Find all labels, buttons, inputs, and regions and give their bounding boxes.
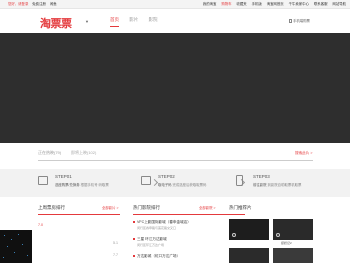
section-title: 热门推荐片 (229, 205, 252, 210)
service-link[interactable]: 联系客服 (314, 2, 328, 6)
list-item[interactable]: 7.7 (38, 253, 118, 257)
ticket-icon (38, 176, 48, 185)
phone-icon (236, 175, 243, 186)
purchase-steps: STEP01 选座购票/兑换券 根据手机号 码取票 STEP02 取电子码 完成… (0, 169, 350, 197)
page: 您好，请登录 免费注册 闲鱼 我的淘宝 购物车 收藏夹 手机版 淘宝网首页 千牛… (0, 0, 350, 263)
movie-thumbnail[interactable] (229, 248, 269, 263)
cart-link[interactable]: 购物车 (221, 2, 231, 6)
step-3: STEP03 前往影院 到影院自助取票机取票 (236, 173, 316, 193)
more-link[interactable]: 全部影片 > (102, 205, 118, 210)
play-icon (276, 233, 280, 237)
list-item[interactable] (38, 231, 118, 235)
mobile-app-button[interactable]: 手机端购票 (289, 18, 310, 24)
top-utility-bar: 您好，请登录 免费注册 闲鱼 我的淘宝 购物车 收藏夹 手机版 淘宝网首页 千牛… (0, 0, 350, 9)
step-title: STEP01 (55, 174, 72, 179)
movie-thumbnail[interactable] (229, 219, 269, 240)
list-item[interactable]: 万达影城（虹口万达广场） (133, 254, 243, 259)
step-desc: 前往影院 到影院自助取票机取票 (253, 183, 302, 187)
register-link[interactable]: 免费注册 (32, 2, 46, 6)
section-divider (38, 214, 120, 215)
step-title: STEP02 (158, 174, 175, 179)
phone-icon (289, 19, 292, 24)
play-icon (232, 233, 236, 237)
logo[interactable]: 淘票票 (40, 15, 72, 31)
step-desc: 取电子码 完成选座后获取取票码 (158, 183, 207, 187)
movie-thumbnail[interactable]: 捉妖记2 (273, 219, 313, 245)
xianyu-link[interactable]: 闲鱼 (50, 2, 57, 6)
movie-caption: 捉妖记2 (281, 241, 292, 245)
step-1: STEP01 选座购票/兑换券 根据手机号 码取票 (38, 173, 159, 193)
decorative-overlay (0, 230, 32, 263)
seller-center-link[interactable]: 千牛卖家中心 (289, 2, 309, 6)
my-taobao-link[interactable]: 我的淘宝 (203, 2, 217, 6)
site-header: 淘票票 ▼ 首页 影片 影院 手机端购票 (0, 9, 350, 33)
hero-banner[interactable] (0, 33, 350, 143)
list-item[interactable]: 三星 环江万达影城 闵行区环江万达广场 (133, 237, 243, 247)
tab-movies[interactable]: 影片 (129, 17, 138, 26)
search-input[interactable]: 即将上映(102) (71, 150, 271, 156)
bullet-icon (133, 238, 135, 241)
step-2: STEP02 取电子码 完成选座后获取取票码 (141, 173, 246, 193)
hot-movies-panel: 热门推荐片 捉妖记2 (229, 205, 319, 263)
favorites-link[interactable]: 收藏夹 (236, 2, 246, 6)
mobile-link[interactable]: 手机版 (252, 2, 262, 6)
list-item[interactable]: 5.1 (38, 241, 118, 245)
movie-thumbnail[interactable] (273, 248, 313, 263)
box-office-panel: 上周票房排行 全部影片 > 7.0 5.1 7.7 (38, 205, 120, 263)
site-nav-link[interactable]: 网站导航 (332, 2, 346, 6)
tab-cinemas[interactable]: 影院 (149, 17, 158, 26)
step-desc: 选座购票/兑换券 根据手机号 码取票 (55, 183, 109, 187)
login-link[interactable]: 您好，请登录 (8, 2, 28, 6)
list-item[interactable]: 7.0 (38, 223, 118, 227)
main-nav: 首页 影片 影院 (110, 17, 167, 27)
code-icon (141, 176, 151, 185)
search-row: 正在热映(79) 即将上映(102) 搜索此片 > (0, 143, 350, 165)
taobao-home-link[interactable]: 淘宝网首页 (267, 2, 284, 6)
bullet-icon (133, 255, 135, 258)
bullet-icon (133, 221, 135, 224)
tab-home[interactable]: 首页 (110, 17, 119, 27)
chevron-down-icon[interactable]: ▼ (85, 19, 89, 24)
step-title: STEP03 (253, 174, 270, 179)
list-item[interactable]: VFC上影国际影城（春申金城店） 闵行区春申路与莲花路交叉口 购票 (133, 220, 243, 230)
app-label: 手机端购票 (293, 19, 310, 23)
movie-select[interactable]: 正在热映(79) (38, 150, 61, 156)
more-link[interactable]: 全部影院 > (199, 205, 215, 210)
search-underline (38, 160, 313, 161)
search-button[interactable]: 搜索此片 > (295, 151, 312, 156)
